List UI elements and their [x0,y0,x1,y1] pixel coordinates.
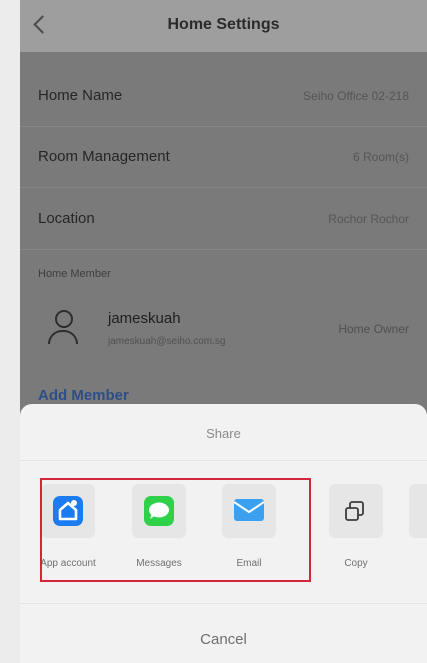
divider [20,603,427,604]
member-role: Home Owner [338,322,409,336]
share-sheet-title: Share [206,426,241,441]
room-management-row[interactable]: Room Management 6 Room(s) [20,127,427,188]
copy-icon [329,484,383,538]
room-management-label: Room Management [38,148,170,165]
highlight-box [40,478,311,582]
page-title: Home Settings [167,16,280,33]
location-row[interactable]: Location Rochor Rochor [20,189,427,250]
home-name-label: Home Name [38,87,123,104]
member-email: jameskuah@seiho.com.sg [108,336,226,347]
home-name-value: Seiho Office 02-218 [303,89,409,103]
divider [20,460,427,461]
share-sheet: Share App account Messages Email Copy Ca… [20,404,427,663]
more-icon [409,484,427,538]
home-member-section-label: Home Member [38,268,111,280]
member-name: jameskuah [108,310,181,327]
member-row[interactable]: jameskuah jameskuah@seiho.com.sg Home Ow… [20,290,427,375]
nav-bar: Home Settings [20,0,427,52]
location-value: Rochor Rochor [328,212,409,226]
phone-screen: Home Settings Home Name Seiho Office 02-… [20,0,427,663]
home-name-row[interactable]: Home Name Seiho Office 02-218 [20,66,427,127]
cancel-button[interactable]: Cancel [20,631,427,648]
add-member-link[interactable]: Add Member [38,387,129,404]
share-more-button[interactable] [400,484,427,580]
location-label: Location [38,210,95,227]
room-management-value: 6 Room(s) [352,150,409,164]
user-icon [48,310,78,344]
share-item-label: Copy [344,558,368,569]
share-copy-button[interactable]: Copy [320,484,392,580]
